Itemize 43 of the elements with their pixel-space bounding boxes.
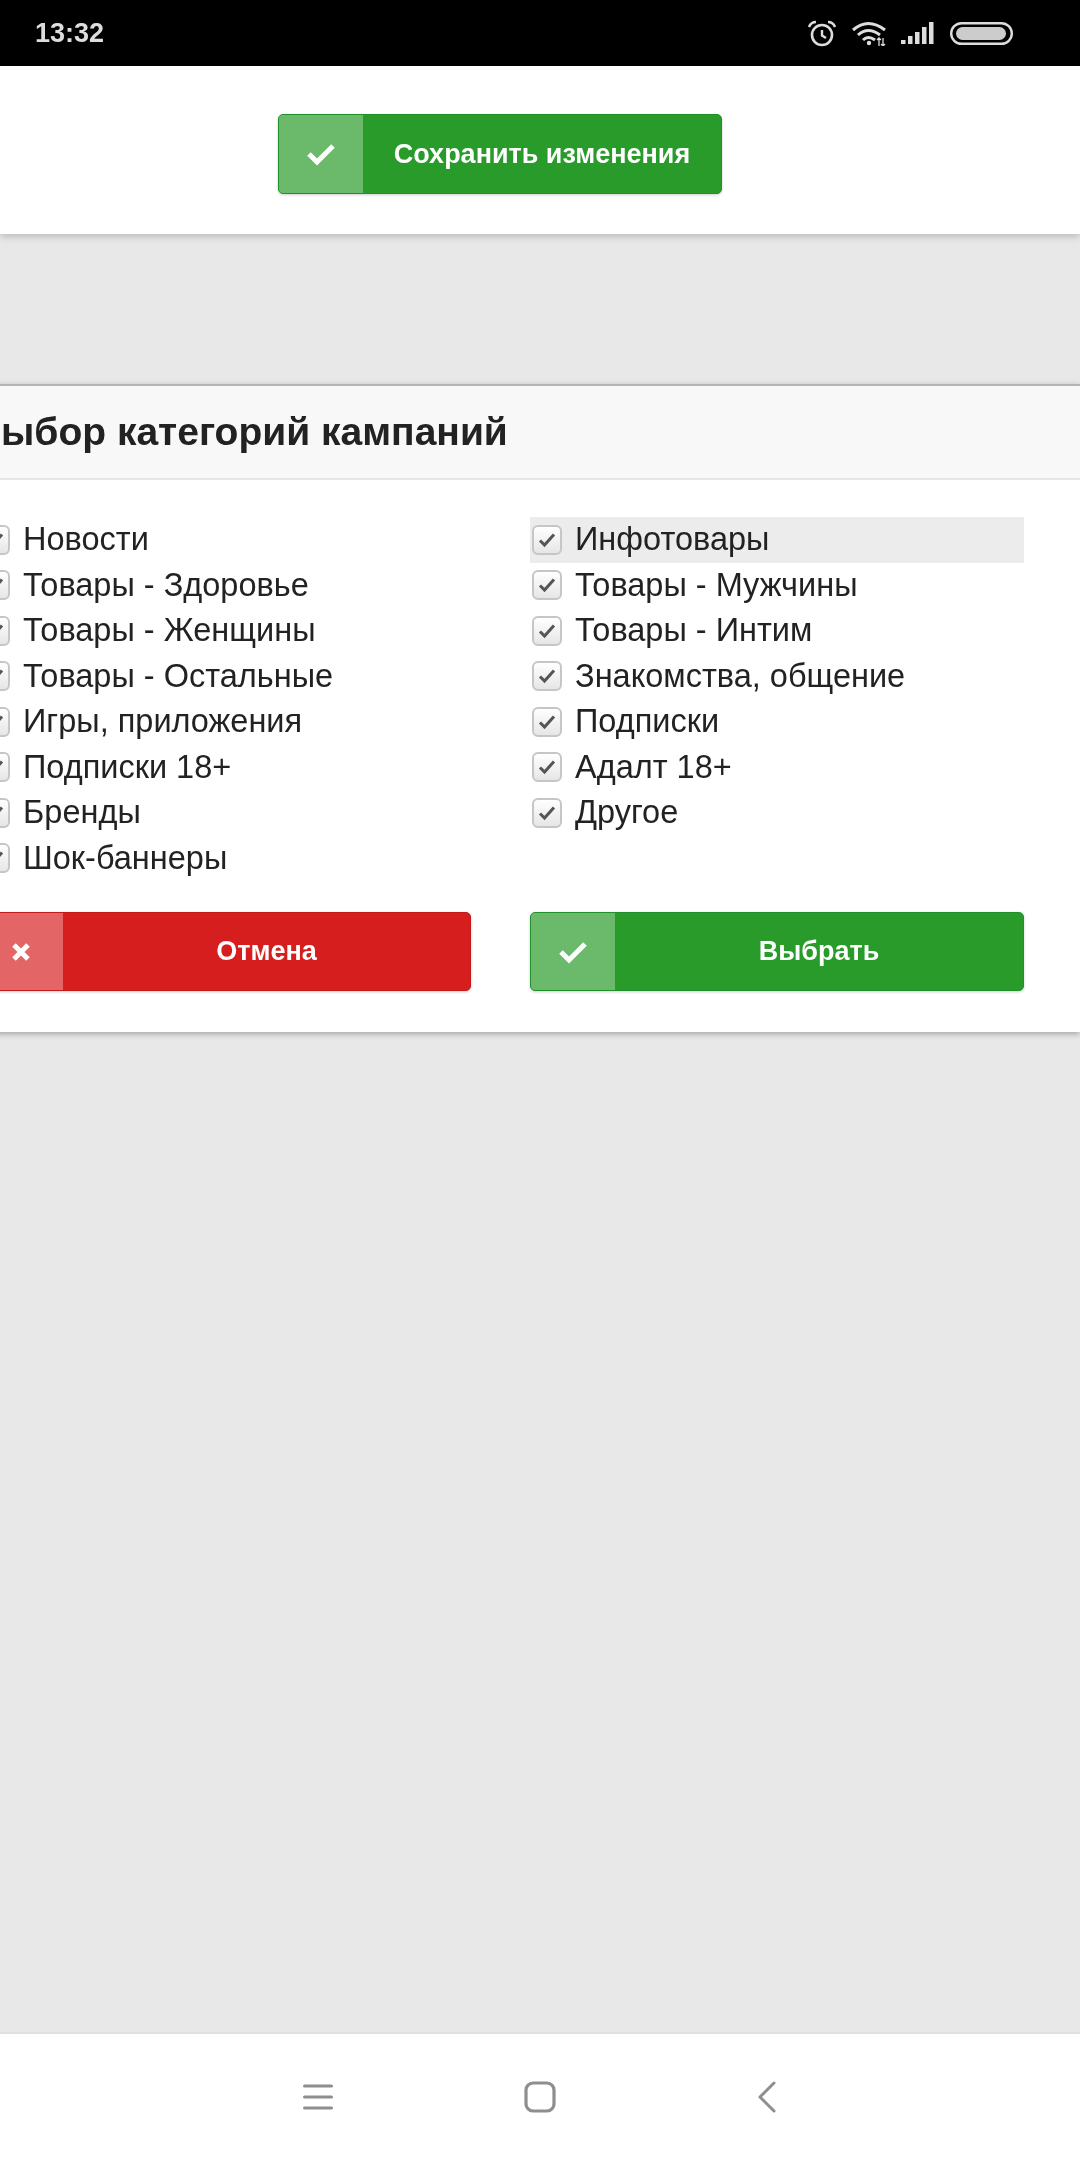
category-option[interactable]: Товары - Интим xyxy=(530,608,1024,654)
battery-icon xyxy=(950,21,1013,45)
check-icon xyxy=(279,115,363,193)
home-icon[interactable] xyxy=(524,2081,556,2113)
category-option[interactable]: Товары - Мужчины xyxy=(530,562,1024,608)
wifi-icon xyxy=(852,20,886,46)
select-button[interactable]: Выбрать xyxy=(530,912,1024,991)
check-icon xyxy=(538,713,556,730)
check-icon xyxy=(531,913,615,990)
category-option[interactable]: Новости xyxy=(0,517,530,563)
check-icon xyxy=(538,668,556,685)
category-option[interactable]: Подписки 18+ xyxy=(0,744,530,790)
clock-time: 13:32 xyxy=(35,17,105,49)
checkbox[interactable] xyxy=(532,706,562,737)
signal-icon xyxy=(901,22,935,44)
category-option[interactable]: Бренды xyxy=(0,790,530,836)
checkbox[interactable] xyxy=(532,615,562,646)
category-option[interactable]: Подписки xyxy=(530,699,1024,745)
check-icon xyxy=(538,622,556,639)
category-option[interactable]: Товары - Остальные xyxy=(0,653,530,699)
category-option[interactable]: Другое xyxy=(530,790,1024,836)
check-icon xyxy=(538,577,556,594)
save-button[interactable]: Сохранить изменения xyxy=(278,114,722,194)
alarm-clock-icon xyxy=(807,19,837,47)
category-option[interactable]: Адалт 18+ xyxy=(530,744,1024,790)
checkbox[interactable] xyxy=(532,661,562,692)
menu-icon[interactable] xyxy=(303,2084,333,2110)
check-icon xyxy=(538,759,556,776)
check-icon xyxy=(538,804,556,821)
back-icon[interactable] xyxy=(758,2081,776,2113)
checkbox[interactable] xyxy=(532,570,562,601)
checkbox[interactable] xyxy=(532,797,562,828)
category-option[interactable]: Инфотовары xyxy=(530,517,1024,563)
cancel-button[interactable]: Отмена xyxy=(0,912,471,991)
category-option[interactable]: Знакомства, общение xyxy=(530,653,1024,699)
category-option[interactable]: Товары - Здоровье xyxy=(0,562,530,608)
checkbox[interactable] xyxy=(532,524,562,555)
dialog-title: ыбор категорий кампаний xyxy=(1,410,508,454)
category-option[interactable]: Шок-баннеры xyxy=(0,835,530,881)
category-option[interactable]: Игры, приложения xyxy=(0,699,530,745)
checkbox[interactable] xyxy=(532,752,562,783)
check-icon xyxy=(538,531,556,548)
category-option[interactable]: Товары - Женщины xyxy=(0,608,530,654)
